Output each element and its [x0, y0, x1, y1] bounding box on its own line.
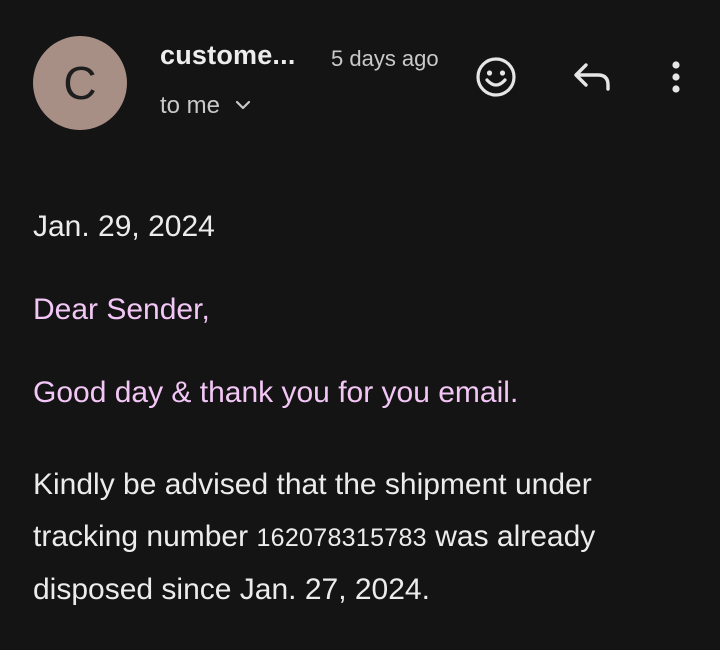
shipment-paragraph: Kindly be advised that the shipment unde… — [33, 459, 693, 616]
chevron-down-icon — [234, 98, 252, 116]
recipient-details-toggle[interactable]: to me — [160, 92, 252, 120]
reply-button[interactable] — [568, 55, 616, 103]
greeting: Dear Sender, — [33, 293, 210, 326]
sender-name[interactable]: custome... — [160, 40, 296, 71]
add-reaction-button[interactable] — [472, 55, 520, 103]
emoji-icon — [474, 55, 518, 104]
avatar[interactable]: C — [33, 36, 127, 130]
tracking-number[interactable]: 162078315783 — [256, 524, 426, 552]
email-header: C custome... 5 days ago to me — [0, 0, 720, 160]
timestamp: 5 days ago — [331, 46, 439, 71]
avatar-letter: C — [63, 57, 97, 109]
recipient-label: to me — [160, 92, 221, 119]
more-options-button[interactable] — [652, 55, 700, 103]
thanks-line: Good day & thank you for you email. — [33, 376, 519, 409]
more-vert-icon — [668, 57, 684, 102]
reply-icon — [570, 57, 614, 102]
letter-date: Jan. 29, 2024 — [33, 210, 215, 243]
